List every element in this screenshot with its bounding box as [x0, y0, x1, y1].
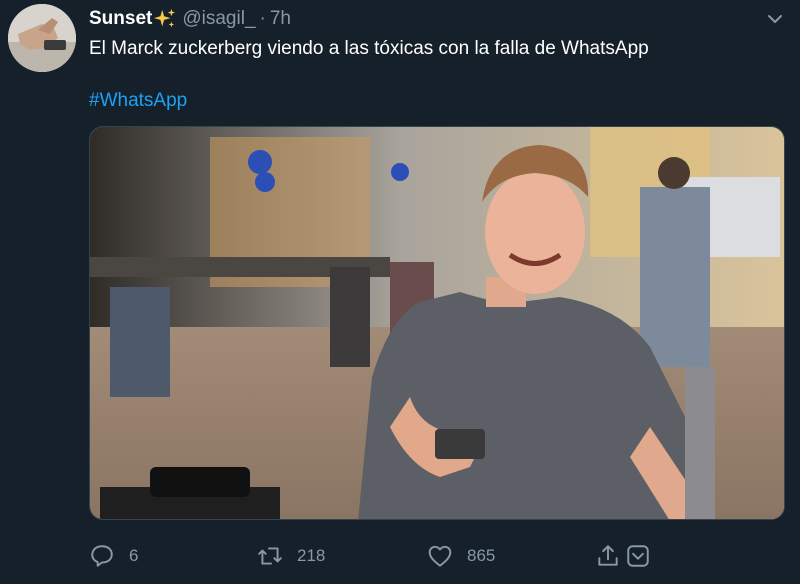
sparkles-icon — [154, 8, 176, 28]
retweet-icon — [258, 547, 282, 565]
reply-icon — [91, 545, 113, 567]
tweet-text: El Marck zuckerberg viendo a las tóxicas… — [89, 38, 649, 59]
photo-icon — [90, 127, 784, 519]
bookmark-button[interactable] — [625, 538, 665, 574]
chevron-down-icon — [768, 15, 782, 23]
tweet-actions: 6 218 865 — [89, 538, 769, 574]
display-name[interactable]: Sunset — [89, 8, 152, 30]
separator-dot: · — [259, 8, 266, 29]
retweet-button[interactable]: 218 — [257, 538, 325, 574]
bookmark-icon — [627, 545, 649, 567]
heart-icon — [428, 545, 452, 567]
reply-count: 6 — [129, 546, 139, 565]
handle[interactable]: @isagil_ — [182, 8, 255, 30]
hashtag-link[interactable]: #WhatsApp — [89, 88, 187, 114]
like-count: 865 — [467, 546, 496, 565]
retweet-count: 218 — [297, 546, 326, 565]
tweet-photo[interactable] — [89, 126, 785, 520]
share-icon — [598, 545, 618, 566]
like-button[interactable]: 865 — [427, 538, 495, 574]
share-button[interactable] — [595, 538, 623, 574]
tweet-header: Sunset @isagil_ · 7h — [89, 6, 291, 32]
timestamp[interactable]: 7h — [270, 8, 291, 30]
avatar[interactable] — [8, 4, 76, 72]
reply-button[interactable]: 6 — [89, 538, 138, 574]
tweet[interactable]: Sunset @isagil_ · 7h El Marck zuckerberg… — [0, 0, 800, 584]
more-options-button[interactable] — [764, 8, 786, 30]
